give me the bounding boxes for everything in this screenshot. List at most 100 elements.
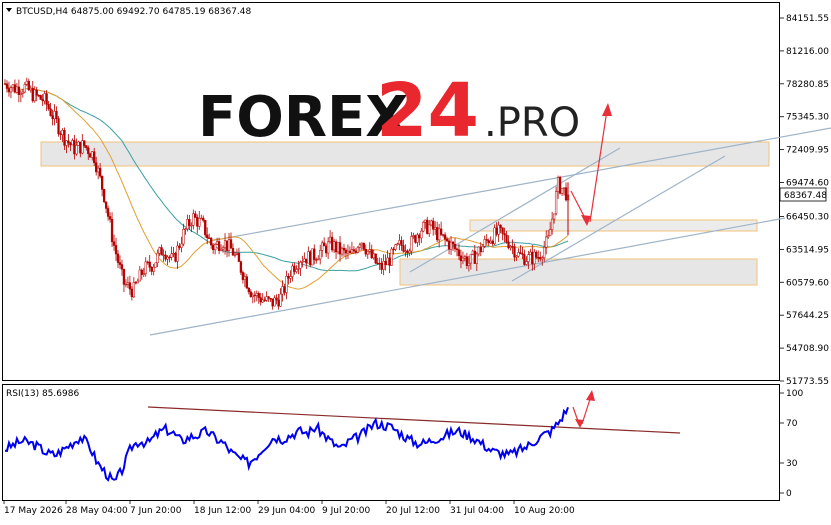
- candle-body: [289, 276, 292, 279]
- candle-body: [521, 253, 524, 255]
- candle-body: [65, 140, 68, 146]
- y-tick-label-main: 66450.30: [786, 212, 829, 222]
- candle-body: [15, 86, 19, 93]
- candle-body: [317, 258, 320, 261]
- candle-body: [265, 296, 268, 301]
- candle-body: [99, 167, 102, 177]
- candle-body: [277, 299, 280, 307]
- candle-body: [223, 240, 227, 249]
- candle-body: [128, 282, 132, 290]
- candle-body: [235, 253, 239, 255]
- candle-body: [132, 282, 136, 298]
- x-tick-label: 7 Jun 20:00: [130, 506, 182, 516]
- candle-body: [219, 248, 223, 251]
- candle-body: [334, 241, 338, 253]
- candle-body: [495, 227, 498, 235]
- candle-body: [69, 142, 72, 146]
- candle-body: [350, 249, 354, 254]
- candle-body: [366, 250, 369, 255]
- y-tick-label-rsi: 0: [786, 489, 792, 499]
- candle-body: [410, 236, 413, 252]
- y-tick-label-main: 81216.00: [786, 47, 829, 57]
- candle-body: [332, 241, 336, 251]
- candle-body: [81, 140, 84, 154]
- candle-body: [59, 133, 62, 135]
- candle-body: [57, 118, 60, 135]
- candle-body: [396, 243, 399, 245]
- candle-body: [449, 241, 453, 250]
- candle-body: [150, 267, 153, 272]
- candle-body: [422, 222, 425, 232]
- candle-body: [253, 294, 256, 297]
- candle-body: [13, 84, 17, 93]
- candle-body: [295, 269, 298, 272]
- candle-body: [457, 249, 461, 257]
- candle-body: [533, 251, 536, 265]
- candle-body: [136, 280, 139, 284]
- candle-body: [418, 234, 421, 239]
- candle-body: [437, 228, 441, 241]
- candle-body: [459, 255, 463, 262]
- candle-body: [35, 89, 38, 96]
- candle-body: [378, 262, 381, 265]
- candle-body: [348, 250, 352, 254]
- candle-body: [190, 225, 193, 227]
- candle-body: [176, 245, 179, 262]
- candle-body: [156, 252, 159, 264]
- candle-body: [554, 191, 558, 215]
- candle-body: [402, 245, 405, 252]
- candle-body: [180, 243, 183, 248]
- candle-body: [505, 234, 508, 243]
- candle-body: [453, 243, 457, 250]
- candle-body: [31, 87, 34, 102]
- candle-body: [213, 244, 217, 251]
- candle-body: [291, 265, 294, 277]
- candle-body: [210, 237, 213, 246]
- candle-body: [75, 145, 78, 155]
- candle-body: [217, 241, 221, 251]
- y-tick-label-main: 84151.55: [786, 14, 829, 24]
- candle-body: [398, 240, 401, 245]
- candle-body: [7, 88, 11, 93]
- x-tick-label: 17 May 2026: [4, 506, 63, 516]
- x-tick-label: 20 Jul 12:00: [386, 506, 440, 516]
- candle-body: [106, 208, 110, 217]
- candle-body: [315, 259, 318, 261]
- candle-body: [550, 218, 554, 230]
- candle-body: [390, 248, 393, 266]
- candle-body: [29, 87, 32, 91]
- candle-body: [489, 240, 492, 244]
- candle-body: [51, 115, 54, 119]
- candle-body: [79, 141, 82, 154]
- candle-body: [285, 275, 288, 293]
- candle-body: [497, 224, 500, 235]
- candle-body: [281, 286, 284, 295]
- candle-body: [184, 228, 187, 230]
- candle-body: [342, 247, 346, 251]
- candle-body: [192, 213, 195, 226]
- x-tick-label: 9 Jul 20:00: [322, 506, 371, 516]
- y-tick-label-main: 69474.60: [786, 179, 829, 189]
- candle-body: [406, 250, 409, 254]
- candle-body: [166, 256, 169, 260]
- candle-body: [340, 247, 344, 255]
- candle-body: [549, 229, 552, 237]
- candle-body: [87, 147, 90, 155]
- candle-body: [225, 240, 229, 251]
- candle-body: [102, 189, 106, 203]
- candle-body: [259, 297, 262, 303]
- candle-body: [392, 248, 395, 251]
- candle-body: [465, 256, 469, 266]
- candle-body: [467, 262, 471, 266]
- candle-body: [146, 261, 149, 263]
- symbol-info: BTCUSD,H4 64875.00 69492.70 64785.19 683…: [16, 7, 252, 17]
- x-tick-label: 18 Jun 12:00: [194, 506, 251, 516]
- candle-body: [537, 257, 540, 259]
- candle-body: [535, 251, 538, 258]
- candle-body: [507, 241, 510, 249]
- candle-body: [172, 253, 175, 255]
- y-tick-label-main: 60579.60: [786, 278, 829, 288]
- watermark-24: 24: [376, 68, 479, 154]
- candle-body: [303, 258, 306, 262]
- candle-body: [479, 246, 482, 253]
